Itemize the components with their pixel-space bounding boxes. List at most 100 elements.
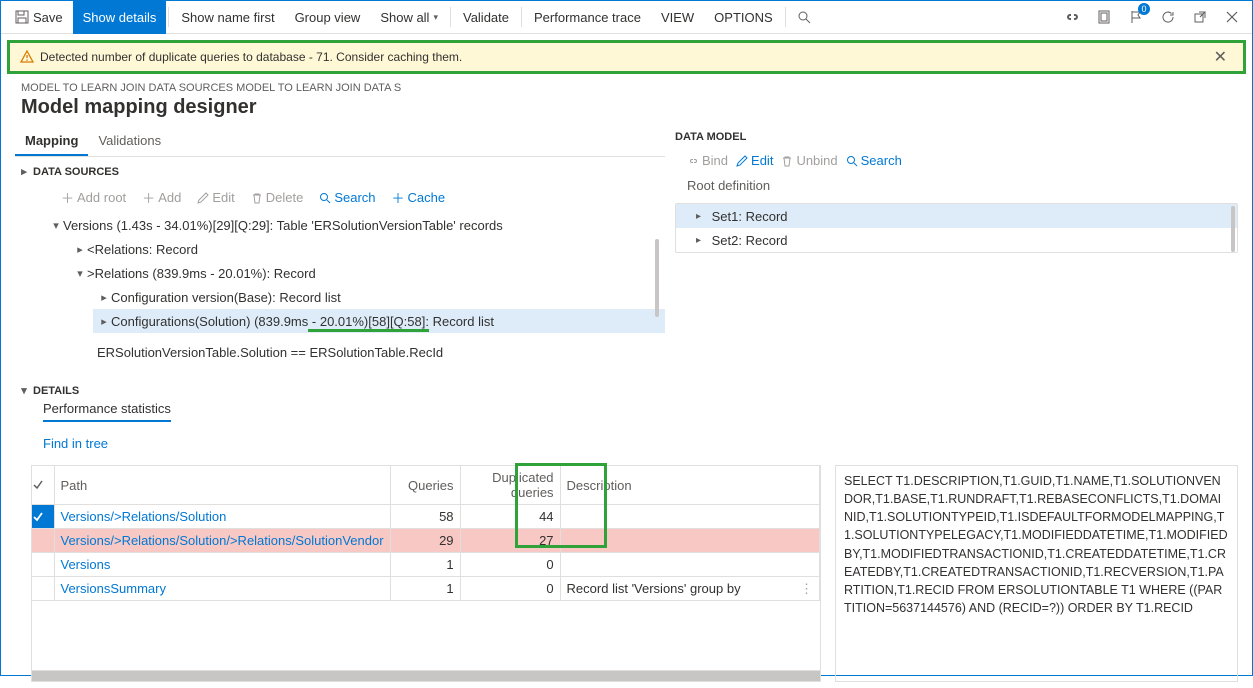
view-button[interactable]: VIEW xyxy=(651,1,704,34)
save-button[interactable]: Save xyxy=(5,1,73,34)
office-icon-button[interactable] xyxy=(1088,1,1120,34)
tree-row-relations-839[interactable]: >Relations (839.9ms - 20.01%): Record xyxy=(69,261,665,285)
warning-text: Detected number of duplicate queries to … xyxy=(40,50,462,64)
popout-button[interactable] xyxy=(1184,1,1216,34)
col-description[interactable]: Description xyxy=(560,466,819,505)
search-button[interactable] xyxy=(788,1,820,34)
caret-icon[interactable] xyxy=(73,243,87,256)
refresh-button[interactable] xyxy=(1152,1,1184,34)
caret-icon[interactable] xyxy=(73,267,87,280)
bind-button[interactable]: Bind xyxy=(687,153,728,168)
tree-row-configurations-solution[interactable]: Configurations(Solution) (839.9ms - 20.0… xyxy=(93,309,665,333)
performance-trace-button[interactable]: Performance trace xyxy=(524,1,651,34)
data-model-tree: Set1: Record Set2: Record xyxy=(675,203,1238,253)
unbind-button[interactable]: Unbind xyxy=(781,153,837,168)
data-sources-tree: Versions (1.43s - 34.01%)[29][Q:29]: Tab… xyxy=(45,213,665,368)
select-all-checkbox[interactable] xyxy=(32,466,54,505)
find-in-tree-link[interactable]: Find in tree xyxy=(43,436,108,451)
cell-path[interactable]: Versions/>Relations/Solution/>Relations/… xyxy=(54,529,390,553)
warning-icon xyxy=(20,50,34,64)
caret-icon[interactable] xyxy=(97,315,111,328)
grid-horizontal-scrollbar[interactable] xyxy=(32,671,820,681)
office-icon xyxy=(1097,10,1111,24)
col-queries[interactable]: Queries xyxy=(390,466,460,505)
search-icon xyxy=(846,155,858,167)
separator xyxy=(450,7,451,27)
grid-row[interactable]: Versions/>Relations/Solution 58 44 xyxy=(32,505,820,529)
cell-desc xyxy=(560,553,819,577)
group-view-button[interactable]: Group view xyxy=(285,1,371,34)
link-icon-button[interactable] xyxy=(1056,1,1088,34)
collapse-icon[interactable] xyxy=(15,165,33,178)
link-icon xyxy=(687,155,699,167)
col-duplicated-queries[interactable]: Duplicated queries xyxy=(460,466,560,505)
dm-tree-row-set1[interactable]: Set1: Record xyxy=(676,204,1237,228)
cell-dup: 44 xyxy=(460,505,560,529)
cell-queries: 29 xyxy=(390,529,460,553)
row-checkbox[interactable] xyxy=(32,553,54,577)
edit-button[interactable]: Edit xyxy=(191,186,240,209)
data-sources-title: DATA SOURCES xyxy=(33,166,119,178)
caret-icon[interactable] xyxy=(696,235,708,246)
save-icon xyxy=(15,10,29,24)
dm-search-button[interactable]: Search xyxy=(846,153,902,168)
validate-button[interactable]: Validate xyxy=(453,1,519,34)
tree-row-relations-record[interactable]: <Relations: Record xyxy=(69,237,665,261)
ds-search-button[interactable]: Search xyxy=(313,186,381,209)
data-sources-header: DATA SOURCES xyxy=(15,157,665,182)
show-name-first-button[interactable]: Show name first xyxy=(171,1,284,34)
row-checkbox[interactable] xyxy=(32,577,54,601)
delete-button[interactable]: Delete xyxy=(245,186,310,209)
warning-close-button[interactable]: ✕ xyxy=(1208,47,1233,67)
cell-path[interactable]: VersionsSummary xyxy=(54,577,390,601)
cell-desc xyxy=(560,505,819,529)
caret-icon[interactable] xyxy=(696,211,708,222)
options-button[interactable]: OPTIONS xyxy=(704,1,783,34)
tree-row-config-version[interactable]: Configuration version(Base): Record list xyxy=(93,285,665,309)
performance-statistics-tab[interactable]: Performance statistics xyxy=(43,401,171,422)
save-label: Save xyxy=(33,10,63,25)
caret-icon[interactable] xyxy=(97,291,111,304)
caret-icon[interactable] xyxy=(49,219,63,232)
cell-queries: 58 xyxy=(390,505,460,529)
chevron-down-icon: ▾ xyxy=(433,12,438,23)
row-checkbox[interactable] xyxy=(32,505,54,529)
show-details-button[interactable]: Show details xyxy=(73,1,167,34)
add-button[interactable]: ＋ Add xyxy=(136,186,187,209)
tab-mapping[interactable]: Mapping xyxy=(15,127,88,156)
grid-row[interactable]: Versions/>Relations/Solution/>Relations/… xyxy=(32,529,820,553)
warning-bar: Detected number of duplicate queries to … xyxy=(7,40,1246,74)
grid-row[interactable]: VersionsSummary 1 0 Record list 'Version… xyxy=(32,577,820,601)
cell-path[interactable]: Versions xyxy=(54,553,390,577)
separator xyxy=(521,7,522,27)
sql-panel: SELECT T1.DESCRIPTION,T1.GUID,T1.NAME,T1… xyxy=(835,465,1238,682)
add-root-button[interactable]: ＋ Add root xyxy=(55,186,132,209)
tree-scrollbar[interactable] xyxy=(655,239,659,317)
collapse-icon[interactable] xyxy=(15,384,33,397)
dm-tree-row-set2[interactable]: Set2: Record xyxy=(676,228,1237,252)
notifications-button[interactable]: 0 xyxy=(1120,1,1152,34)
tab-validations[interactable]: Validations xyxy=(88,127,171,156)
cell-dup: 0 xyxy=(460,553,560,577)
tree-row-versions[interactable]: Versions (1.43s - 34.01%)[29][Q:29]: Tab… xyxy=(45,213,665,237)
performance-grid: Path Queries Duplicated queries Descript… xyxy=(31,465,821,682)
grid-row[interactable]: Versions 1 0 xyxy=(32,553,820,577)
cache-button[interactable]: ＋ Cache xyxy=(386,186,452,209)
close-button[interactable] xyxy=(1216,1,1248,34)
notifications-badge: 0 xyxy=(1138,3,1150,15)
col-path[interactable]: Path xyxy=(54,466,390,505)
dm-tree-scrollbar[interactable] xyxy=(1231,206,1235,252)
cell-path[interactable]: Versions/>Relations/Solution xyxy=(54,505,390,529)
root-definition-label: Root definition xyxy=(675,174,1238,203)
cell-desc xyxy=(560,529,819,553)
left-tabs: Mapping Validations xyxy=(15,127,665,157)
show-all-button[interactable]: Show all ▾ xyxy=(370,1,448,34)
cell-dup: 0 xyxy=(460,577,560,601)
search-icon xyxy=(319,192,331,204)
cell-desc: Record list 'Versions' group by ⋮ xyxy=(560,577,819,601)
data-sources-toolbar: ＋ Add root ＋ Add Edit Delete Search ＋ Ca… xyxy=(15,182,665,213)
row-more-icon[interactable]: ⋮ xyxy=(800,581,813,597)
dm-edit-button[interactable]: Edit xyxy=(736,153,773,168)
row-checkbox[interactable] xyxy=(32,529,54,553)
separator xyxy=(168,7,169,27)
